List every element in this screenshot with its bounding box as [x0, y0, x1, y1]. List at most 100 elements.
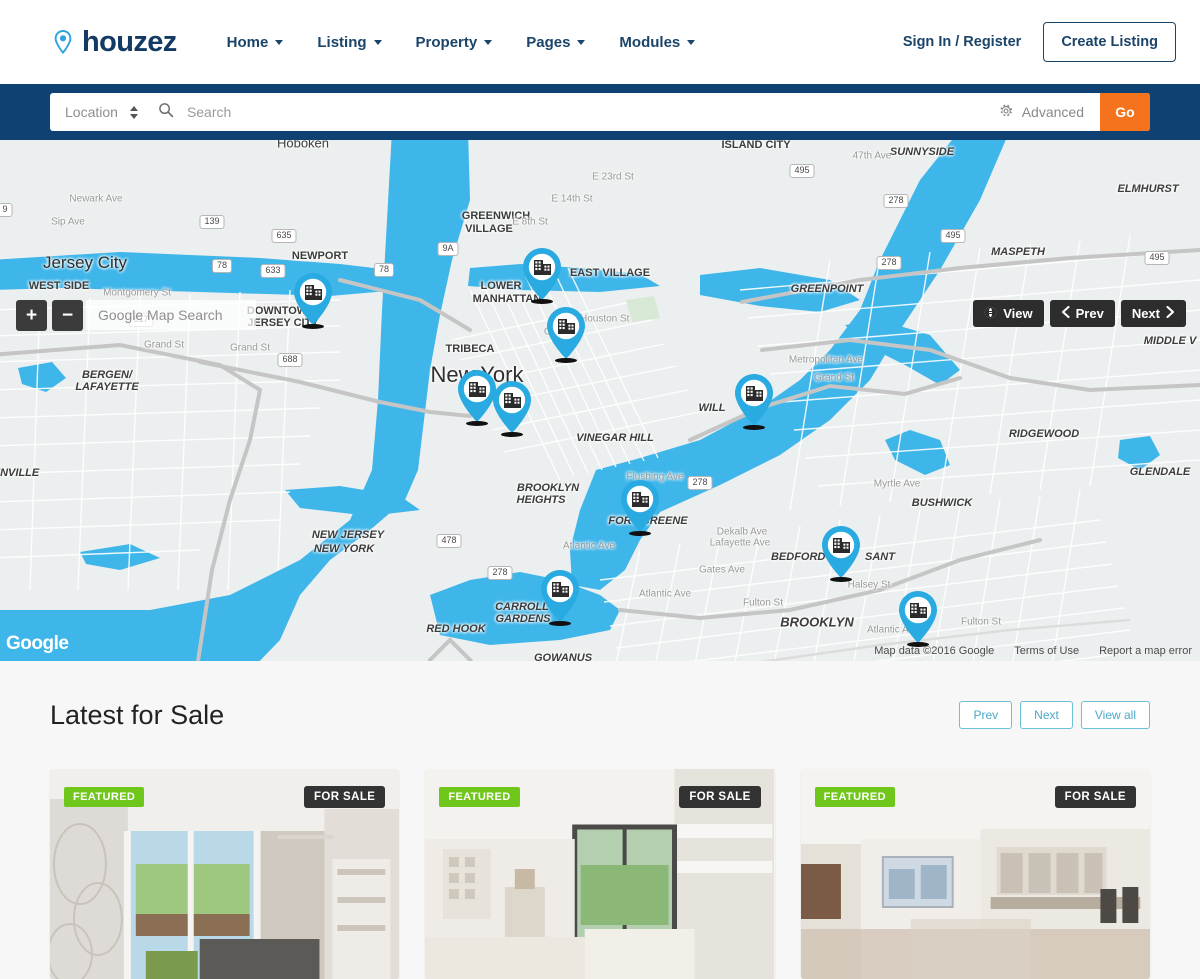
latest-header: Latest for Sale Prev Next View all	[50, 661, 1150, 769]
location-select[interactable]: Location	[50, 104, 152, 120]
map-container[interactable]: HobokenLONGISLAND CITYSUNNYSIDE47th AveE…	[0, 140, 1200, 661]
nav-label: Home	[226, 33, 269, 51]
map-search-input[interactable]	[96, 306, 246, 324]
sign-in-register-link[interactable]: Sign In / Register	[903, 34, 1021, 50]
search-go-button[interactable]: Go	[1100, 93, 1150, 131]
map-data-text: Map data ©2016 Google	[874, 645, 995, 657]
map-property-marker[interactable]	[519, 246, 565, 304]
google-logo: Google	[6, 633, 69, 655]
map-prev-button[interactable]: Prev	[1049, 300, 1115, 327]
featured-badge: FEATURED	[64, 787, 145, 807]
advanced-search-toggle[interactable]: Advanced	[983, 104, 1100, 121]
marker-shadow	[629, 531, 651, 536]
map-property-marker[interactable]	[537, 568, 583, 626]
search-field	[152, 102, 983, 123]
featured-badge: FEATURED	[814, 787, 895, 807]
status-badge: FOR SALE	[679, 786, 761, 808]
highway-shield-icon: 495	[1144, 251, 1170, 265]
location-select-label: Location	[65, 104, 118, 120]
map-view-label: View	[1003, 306, 1033, 321]
marker-shadow	[466, 421, 488, 426]
marker-shadow	[743, 425, 765, 430]
property-card-list: FEATURED FOR SALE FEATURED FOR SALE FEAT…	[50, 769, 1150, 979]
search-bar-inner: Location Advanced Go	[50, 93, 1150, 131]
highway-shield-icon: 9	[0, 203, 13, 217]
map-next-button[interactable]: Next	[1120, 300, 1186, 327]
highway-shield-icon: 278	[883, 194, 909, 208]
highway-shield-icon: 495	[940, 229, 966, 243]
chevron-left-icon	[1061, 305, 1070, 321]
gear-icon	[999, 104, 1013, 121]
building-icon	[899, 591, 937, 643]
map-property-marker[interactable]	[489, 379, 535, 437]
latest-next-button[interactable]: Next	[1020, 701, 1073, 729]
globe-icon	[984, 306, 997, 322]
status-badge: FOR SALE	[303, 786, 386, 808]
nav-label: Modules	[619, 33, 681, 51]
page-title: Latest for Sale	[50, 699, 225, 730]
advanced-label: Advanced	[1021, 104, 1084, 120]
property-card-3[interactable]: FEATURED FOR SALE	[800, 769, 1150, 979]
map-zoom-in-button[interactable]: +	[16, 300, 47, 331]
highway-shield-icon: 688	[277, 353, 303, 367]
nav-item-modules[interactable]: Modules	[619, 33, 696, 51]
highway-shield-icon: 278	[687, 476, 713, 490]
google-logo-text: Google	[6, 633, 69, 654]
building-icon	[523, 248, 561, 300]
nav-label: Listing	[317, 33, 367, 51]
property-image: FEATURED FOR SALE	[425, 769, 775, 979]
map-property-marker[interactable]	[543, 305, 589, 363]
chevron-down-icon	[577, 39, 586, 45]
map-property-marker[interactable]	[290, 271, 336, 329]
marker-shadow	[531, 299, 553, 304]
nav-label: Property	[415, 33, 478, 51]
header-actions: Sign In / Register Create Listing	[903, 22, 1176, 62]
highway-shield-icon: 278	[876, 256, 902, 270]
marker-shadow	[302, 324, 324, 329]
search-input[interactable]	[184, 103, 983, 121]
building-icon	[735, 374, 773, 426]
latest-view-all-button[interactable]: View all	[1080, 701, 1150, 729]
nav-item-pages[interactable]: Pages	[526, 34, 586, 51]
chevron-right-icon	[1166, 305, 1175, 321]
report-map-error-link[interactable]: Report a map error	[1099, 645, 1192, 657]
map-basemap	[0, 140, 1200, 661]
building-icon	[493, 381, 531, 433]
create-listing-button[interactable]: Create Listing	[1043, 22, 1176, 62]
nav-item-home[interactable]: Home	[227, 34, 284, 51]
chevron-down-icon	[484, 39, 493, 45]
highway-shield-icon: 278	[487, 566, 513, 580]
highway-shield-icon: 635	[271, 229, 297, 243]
highway-shield-icon: 139	[199, 215, 225, 229]
marker-shadow	[501, 432, 523, 437]
map-property-marker[interactable]	[818, 524, 864, 582]
highway-shield-icon: 478	[436, 534, 462, 548]
map-property-marker[interactable]	[895, 589, 941, 647]
property-card-2[interactable]: FEATURED FOR SALE	[425, 769, 775, 979]
highway-shield-icon: 78	[373, 263, 395, 277]
map-view-button[interactable]: View	[973, 300, 1044, 327]
property-card-1[interactable]: FEATURED FOR SALE	[50, 769, 400, 979]
marker-shadow	[555, 358, 577, 363]
marker-shadow	[549, 621, 571, 626]
highway-shield-icon: 78	[211, 259, 233, 273]
featured-badge: FEATURED	[439, 787, 520, 807]
map-search-box[interactable]	[86, 300, 256, 330]
map-property-marker[interactable]	[617, 478, 663, 536]
map-property-marker[interactable]	[731, 372, 777, 430]
highway-shield-icon: 9A	[437, 242, 459, 256]
map-attribution: Map data ©2016 Google Terms of Use Repor…	[874, 645, 1192, 657]
chevron-down-icon	[373, 39, 382, 45]
nav-item-listing[interactable]: Listing	[317, 33, 382, 51]
nav-item-property[interactable]: Property	[416, 34, 493, 51]
highway-shield-icon: 633	[260, 264, 286, 278]
site-header: houzez Home Listing Property Pages Modul…	[0, 0, 1200, 84]
terms-of-use-link[interactable]: Terms of Use	[1014, 645, 1079, 657]
latest-prev-button[interactable]: Prev	[959, 701, 1013, 729]
building-icon	[547, 307, 585, 359]
logo[interactable]: houzez	[50, 26, 177, 59]
chevron-down-icon	[687, 39, 696, 45]
building-icon	[541, 570, 579, 622]
map-zoom-out-button[interactable]: −	[52, 300, 83, 331]
updown-arrows-icon	[129, 105, 138, 119]
